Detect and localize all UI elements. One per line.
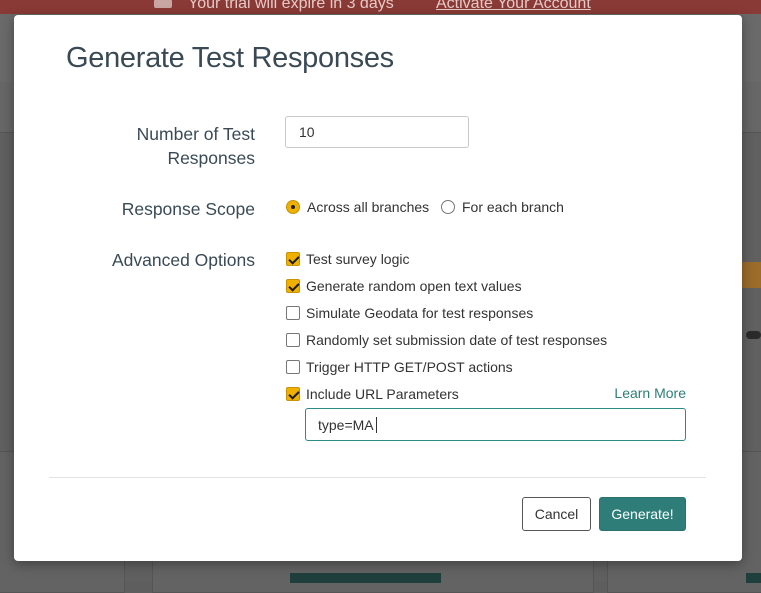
bell-icon	[154, 0, 172, 8]
option-simulate-geodata[interactable]: Simulate Geodata for test responses	[286, 305, 533, 321]
generate-button[interactable]: Generate!	[599, 497, 686, 531]
checkbox-checked-icon[interactable]	[286, 252, 300, 266]
option-include-url-parameters[interactable]: Include URL Parameters	[286, 386, 459, 402]
radio-selected-icon[interactable]	[286, 200, 300, 214]
checkbox-label: Trigger HTTP GET/POST actions	[306, 359, 513, 375]
backdrop-accent	[741, 262, 761, 288]
checkbox-label: Simulate Geodata for test responses	[306, 305, 534, 321]
radio-label: Across all branches	[307, 199, 430, 215]
checkbox-label: Generate random open text values	[306, 278, 522, 294]
trial-banner-text: Your trial will expire in 3 days	[188, 0, 394, 12]
radio-label: For each branch	[462, 199, 564, 215]
footer-divider	[49, 477, 706, 478]
option-random-submission-date[interactable]: Randomly set submission date of test res…	[286, 332, 607, 348]
trial-banner: Your trial will expire in 3 days Activat…	[0, 0, 761, 14]
option-trigger-http-actions[interactable]: Trigger HTTP GET/POST actions	[286, 359, 513, 375]
checkbox-unchecked-icon[interactable]	[286, 306, 300, 320]
backdrop-button	[746, 573, 761, 583]
activate-account-link[interactable]: Activate Your Account	[436, 0, 591, 13]
checkbox-unchecked-icon[interactable]	[286, 333, 300, 347]
backdrop-button	[290, 573, 441, 583]
generate-test-responses-modal: Generate Test Responses Number of Test R…	[14, 15, 742, 561]
checkbox-unchecked-icon[interactable]	[286, 360, 300, 374]
cancel-button[interactable]: Cancel	[522, 497, 591, 531]
checkbox-label: Test survey logic	[306, 251, 410, 267]
backdrop-toggle	[746, 331, 761, 339]
number-of-responses-input[interactable]	[285, 116, 469, 148]
checkbox-checked-icon[interactable]	[286, 279, 300, 293]
checkbox-label: Randomly set submission date of test res…	[306, 332, 608, 348]
checkbox-label: Include URL Parameters	[306, 386, 459, 402]
checkbox-checked-icon[interactable]	[286, 387, 300, 401]
advanced-options-label: Advanced Options	[111, 250, 255, 270]
learn-more-link[interactable]: Learn More	[614, 385, 686, 401]
option-random-open-text[interactable]: Generate random open text values	[286, 278, 522, 294]
option-test-survey-logic[interactable]: Test survey logic	[286, 251, 409, 267]
modal-title: Generate Test Responses	[66, 42, 394, 74]
scope-across-all-branches[interactable]: Across all branches	[286, 199, 429, 215]
number-of-responses-label: Number of Test Responses	[136, 124, 255, 168]
radio-unselected-icon[interactable]	[441, 200, 455, 214]
response-scope-label: Response Scope	[121, 199, 255, 219]
text-caret	[376, 417, 377, 433]
url-parameters-input[interactable]	[305, 408, 686, 441]
scope-for-each-branch[interactable]: For each branch	[441, 199, 564, 215]
